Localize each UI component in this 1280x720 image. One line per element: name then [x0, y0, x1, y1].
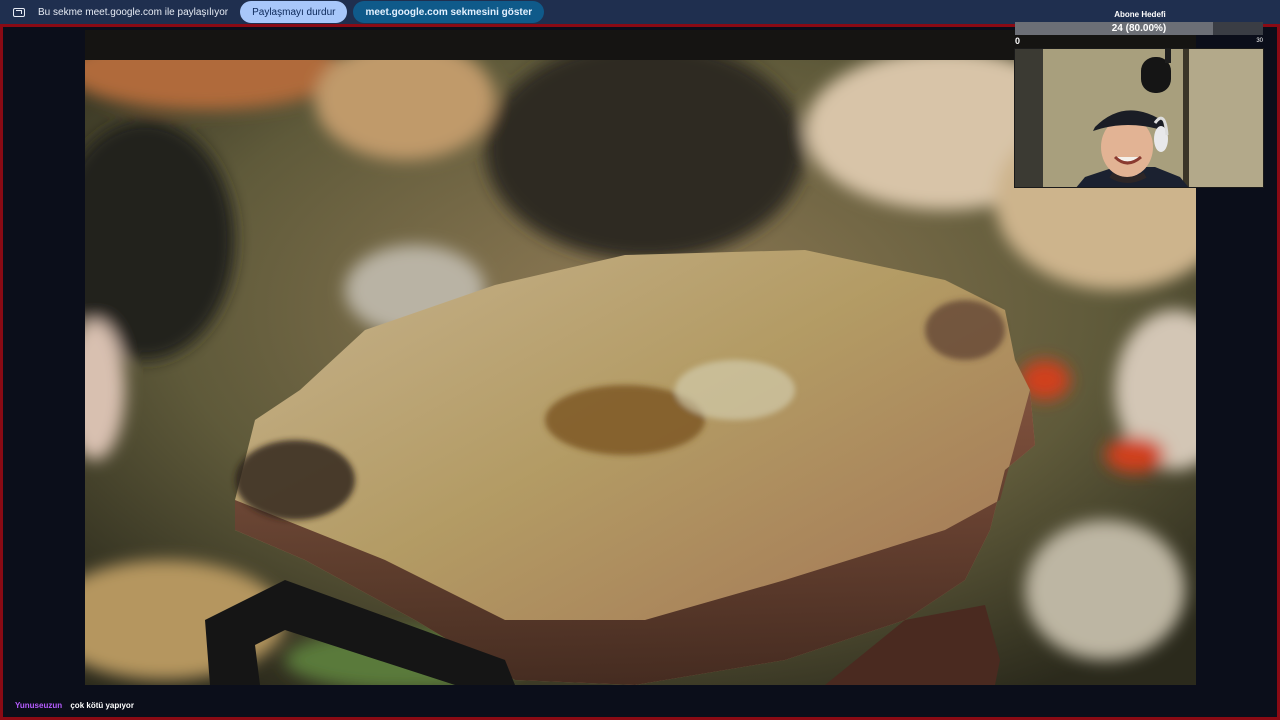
screen-share-icon: [13, 7, 25, 17]
goal-progress-bar: 24 (80.00%): [1015, 22, 1263, 35]
chat-message: Yunuseuzun çok kötü yapıyor: [15, 701, 134, 710]
goal-title: Abone Hedefi: [1114, 10, 1166, 19]
goal-min-label: 0: [1015, 36, 1021, 46]
streamer-webcam-image: [1015, 49, 1263, 187]
webcam-overlay: [1014, 48, 1264, 188]
subscriber-goal-widget: Abone Hedefi 24 (80.00%) 0 30: [1015, 8, 1265, 48]
chat-username[interactable]: Yunuseuzun: [15, 701, 62, 710]
show-tab-button[interactable]: meet.google.com sekmesini göster: [353, 1, 545, 23]
goal-value-text: 24 (80.00%): [1111, 23, 1167, 34]
goal-max-label: 30: [1256, 38, 1263, 44]
chat-message-text: çok kötü yapıyor: [70, 701, 134, 710]
stop-sharing-button[interactable]: Paylaşmayı durdur: [240, 1, 348, 23]
sharing-status-text: Bu sekme meet.google.com ile paylaşılıyo…: [38, 6, 229, 18]
